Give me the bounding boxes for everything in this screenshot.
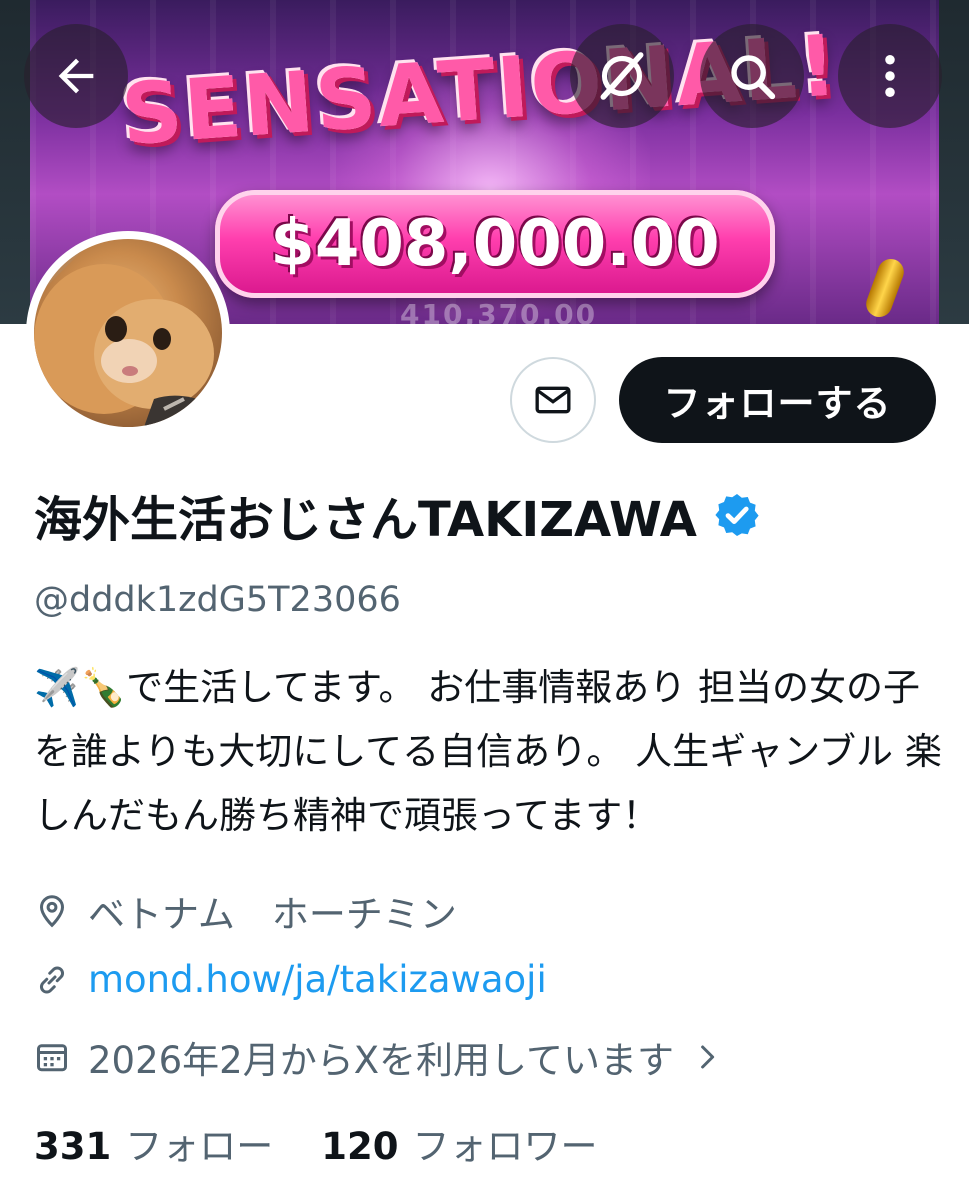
website-row[interactable]: mond.how/ja/takizawaoji — [34, 958, 547, 1001]
more-vertical-icon — [885, 54, 895, 98]
envelope-icon — [535, 386, 571, 414]
cat-photo-graphic — [34, 239, 222, 427]
grok-button[interactable] — [570, 24, 674, 128]
avatar-image — [34, 239, 222, 427]
arrow-left-icon — [58, 58, 94, 94]
verified-badge-icon[interactable] — [713, 491, 761, 539]
website-link[interactable]: mond.how/ja/takizawaoji — [88, 958, 547, 1001]
banner-side-panel — [0, 0, 30, 324]
avatar[interactable] — [26, 231, 230, 435]
grok-icon — [600, 52, 644, 100]
joined-row[interactable]: 2026年2月からXを利用しています — [34, 1030, 740, 1084]
following-count: 331 — [34, 1125, 112, 1168]
joined-text: 2026年2月からXを利用しています — [88, 1039, 674, 1082]
banner-amount-text: $408,000.00 — [270, 207, 720, 281]
handle: @dddk1zdG5T23066 — [34, 580, 401, 620]
search-button[interactable] — [700, 24, 804, 128]
follow-stats: 331 フォロー 120 フォロワー — [34, 1116, 597, 1170]
search-icon — [731, 55, 776, 100]
chevron-right-icon[interactable] — [692, 1042, 722, 1072]
location-text: ベトナム ホーチミン — [88, 893, 457, 936]
back-button[interactable] — [24, 24, 128, 128]
calendar-icon — [37, 1044, 67, 1072]
followers-count: 120 — [321, 1125, 399, 1168]
follow-button[interactable]: フォローする — [619, 357, 936, 443]
location-pin-icon — [39, 895, 65, 928]
banner-sub-text: 410,370.00 — [400, 298, 598, 324]
link-icon — [39, 965, 65, 994]
following-label: フォロー — [125, 1125, 274, 1168]
message-button[interactable] — [510, 357, 596, 443]
following-stat[interactable]: 331 フォロー — [34, 1116, 273, 1170]
followers-label: フォロワー — [412, 1125, 598, 1168]
bio: ✈️🍾で生活してます。 お仕事情報あり 担当の女の子を誰よりも大切にしてる自信あ… — [34, 666, 942, 837]
location-row: ベトナム ホーチミン — [34, 884, 457, 938]
display-name-row: 海外生活おじさんTAKIZAWA — [34, 480, 761, 550]
banner-side-panel-right — [939, 0, 969, 324]
display-name: 海外生活おじさんTAKIZAWA — [34, 492, 697, 548]
more-button[interactable] — [838, 24, 942, 128]
followers-stat[interactable]: 120 フォロワー — [321, 1116, 597, 1170]
